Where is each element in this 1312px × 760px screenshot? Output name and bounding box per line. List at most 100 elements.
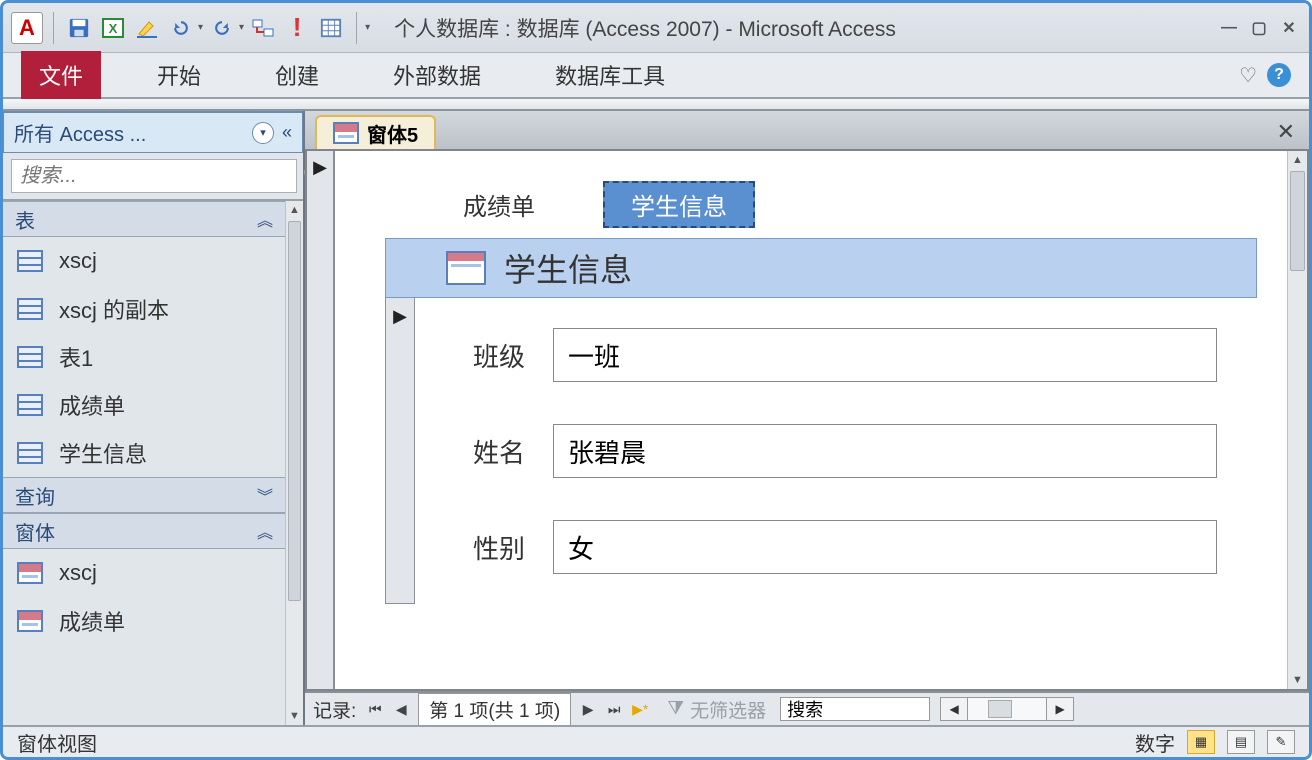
- navpane-title: 所有 Access ...: [14, 118, 146, 147]
- recnav-label: 记录:: [313, 696, 356, 723]
- recnav-search-input[interactable]: [780, 697, 930, 721]
- field-label: 班级: [455, 337, 525, 374]
- status-bar: 窗体视图 数字 ▦ ▤ ✎: [3, 725, 1309, 757]
- tab-create[interactable]: 创建: [257, 51, 337, 99]
- current-record-icon: ▶: [393, 306, 407, 327]
- document-close-button[interactable]: ✕: [1277, 119, 1295, 145]
- scroll-up-button[interactable]: ▲: [1288, 151, 1307, 169]
- new-record-button[interactable]: ▶*: [627, 697, 653, 721]
- nav-item-table[interactable]: 成绩单: [3, 381, 285, 429]
- nav-item-form[interactable]: 成绩单: [3, 597, 285, 645]
- maximize-button[interactable]: ▢: [1247, 18, 1271, 38]
- navpane-dropdown[interactable]: ▾: [252, 122, 274, 144]
- relationships-button[interactable]: [248, 13, 278, 43]
- subform-record-selector[interactable]: ▶: [385, 298, 415, 604]
- field-class: 班级: [455, 328, 1217, 382]
- window-title: 个人数据库 : 数据库 (Access 2007) - Microsoft Ac…: [394, 13, 1213, 43]
- form-view-button[interactable]: ▦: [1187, 730, 1215, 754]
- nav-item-table[interactable]: 学生信息: [3, 429, 285, 477]
- vertical-scrollbar[interactable]: ▲ ▼: [1287, 151, 1307, 689]
- class-input[interactable]: [553, 328, 1217, 382]
- record-position[interactable]: 第 1 项(共 1 项): [418, 693, 571, 726]
- tab-database-tools[interactable]: 数据库工具: [537, 51, 683, 99]
- navpane-header[interactable]: 所有 Access ... ▾ «: [3, 111, 303, 153]
- search-input[interactable]: [11, 159, 297, 193]
- scroll-track[interactable]: [968, 697, 1046, 721]
- navpane-collapse[interactable]: «: [282, 122, 292, 143]
- datasheet-button[interactable]: [316, 13, 346, 43]
- ribbon-strip: [3, 99, 1309, 111]
- chevron-up-icon: ︽: [257, 207, 273, 231]
- nav-group-queries[interactable]: 查询 ︾: [3, 477, 285, 513]
- undo-button[interactable]: [166, 13, 196, 43]
- table-icon: [17, 250, 43, 272]
- view-mode-label: 窗体视图: [17, 728, 97, 757]
- alert-button[interactable]: !: [282, 13, 312, 43]
- nav-item-table[interactable]: xscj: [3, 237, 285, 285]
- current-record-icon: ▶: [313, 157, 327, 178]
- separator: [53, 12, 54, 44]
- help-button[interactable]: ?: [1267, 63, 1291, 87]
- scroll-thumb[interactable]: [988, 700, 1012, 718]
- nav-item-form[interactable]: xscj: [3, 549, 285, 597]
- scroll-right-button[interactable]: ▶: [1046, 697, 1074, 721]
- ribbon-minimize-icon[interactable]: ♡: [1239, 63, 1257, 88]
- scroll-down-button[interactable]: ▼: [286, 707, 303, 725]
- undo-icon: [171, 18, 191, 38]
- highlighter-icon: [135, 16, 159, 40]
- layout-view-button[interactable]: ▤: [1227, 730, 1255, 754]
- field-name: 姓名: [455, 424, 1217, 478]
- tab-home[interactable]: 开始: [139, 51, 219, 99]
- nav-item-table[interactable]: xscj 的副本: [3, 285, 285, 333]
- highlight-button[interactable]: [132, 13, 162, 43]
- numlock-label: 数字: [1135, 728, 1175, 757]
- document-body: ▶ 成绩单 学生信息 学生信息 ▶ 班级: [305, 151, 1309, 691]
- gender-input[interactable]: [553, 520, 1217, 574]
- svg-text:X: X: [109, 21, 118, 36]
- first-record-button[interactable]: ⏮: [362, 697, 388, 721]
- chevron-up-icon: ︽: [257, 519, 273, 543]
- nav-group-tables[interactable]: 表 ︽: [3, 201, 285, 237]
- undo-dropdown[interactable]: ▾: [198, 22, 203, 33]
- document-tab[interactable]: 窗体5: [315, 115, 436, 149]
- table-icon: [17, 394, 43, 416]
- save-icon: [68, 17, 90, 39]
- next-record-button[interactable]: ▶: [575, 697, 601, 721]
- name-input[interactable]: [553, 424, 1217, 478]
- field-label: 姓名: [455, 433, 525, 470]
- scroll-up-button[interactable]: ▲: [286, 201, 303, 219]
- record-selector[interactable]: ▶: [307, 151, 335, 689]
- save-button[interactable]: [64, 13, 94, 43]
- scroll-thumb[interactable]: [1290, 171, 1305, 271]
- app-icon: A: [11, 12, 43, 44]
- ribbon: 文件 开始 创建 外部数据 数据库工具 ♡ ?: [3, 53, 1309, 99]
- navigation-pane: 所有 Access ... ▾ « 🔍 表 ︽ xscj xscj 的副本 表1…: [3, 111, 305, 725]
- redo-icon: [212, 18, 232, 38]
- design-view-button[interactable]: ✎: [1267, 730, 1295, 754]
- minimize-button[interactable]: —: [1217, 18, 1241, 38]
- document-area: 窗体5 ✕ ▶ 成绩单 学生信息 学生信息 ▶: [305, 111, 1309, 725]
- last-record-button[interactable]: ⏭: [601, 697, 627, 721]
- subform-title: 学生信息: [504, 245, 632, 291]
- export-excel-button[interactable]: X: [98, 13, 128, 43]
- close-button[interactable]: ✕: [1277, 18, 1301, 38]
- redo-button[interactable]: [207, 13, 237, 43]
- subform-body: ▶ 班级 姓名 性别: [385, 298, 1257, 604]
- tab-external-data[interactable]: 外部数据: [375, 51, 499, 99]
- scroll-thumb[interactable]: [288, 221, 301, 601]
- horizontal-scrollbar[interactable]: ◀ ▶: [940, 697, 1074, 721]
- prev-record-button[interactable]: ◀: [388, 697, 414, 721]
- tabctrl-tab-studentinfo[interactable]: 学生信息: [603, 181, 755, 228]
- nav-item-table[interactable]: 表1: [3, 333, 285, 381]
- navpane-scrollbar[interactable]: ▲ ▼: [285, 201, 303, 725]
- scroll-down-button[interactable]: ▼: [1288, 671, 1307, 689]
- redo-dropdown[interactable]: ▾: [239, 22, 244, 33]
- tabctrl-tab-scores[interactable]: 成绩单: [435, 181, 563, 228]
- qat-customize-dropdown[interactable]: ▾: [365, 22, 370, 33]
- scroll-left-button[interactable]: ◀: [940, 697, 968, 721]
- nav-group-forms[interactable]: 窗体 ︽: [3, 513, 285, 549]
- body: 所有 Access ... ▾ « 🔍 表 ︽ xscj xscj 的副本 表1…: [3, 111, 1309, 725]
- field-gender: 性别: [455, 520, 1217, 574]
- app-window: A X ▾ ▾ ! ▾ 个人数据库 : 数据库 (Access 2007) - …: [0, 0, 1312, 760]
- tab-file[interactable]: 文件: [21, 51, 101, 99]
